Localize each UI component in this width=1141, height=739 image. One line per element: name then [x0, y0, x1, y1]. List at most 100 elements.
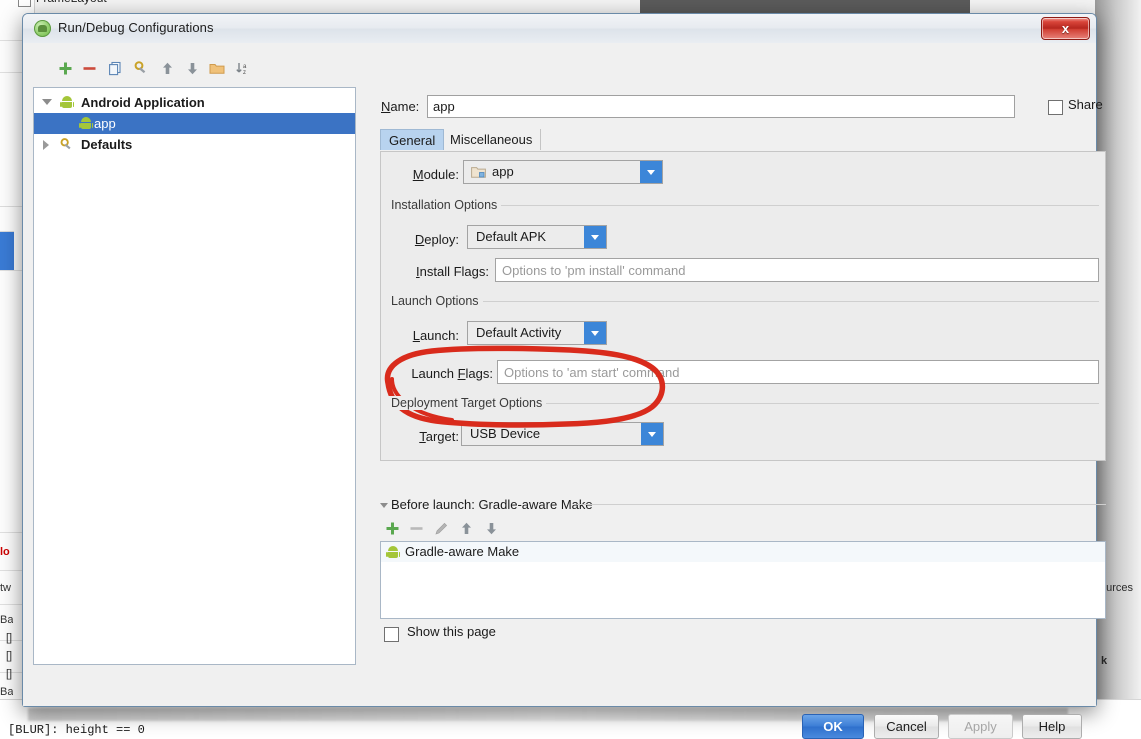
chevron-down-icon[interactable]: [584, 226, 606, 248]
deploy-value: Default APK: [476, 229, 547, 244]
tab-bar: General Miscellaneous: [380, 129, 1106, 152]
before-launch-add-button[interactable]: [381, 519, 403, 541]
show-this-page-label: Show this page: [407, 624, 496, 639]
collapse-arrow-icon[interactable]: [43, 140, 49, 150]
cancel-button[interactable]: Cancel: [874, 714, 939, 739]
add-configuration-button[interactable]: [54, 59, 76, 81]
background-fragment-br1: []: [6, 632, 13, 644]
sort-alphabetically-button[interactable]: a z: [232, 59, 254, 81]
arrow-up-icon: [461, 522, 471, 534]
module-combo[interactable]: app: [463, 160, 663, 184]
launch-label: Launch:: [412, 328, 459, 343]
dialog-title: Run/Debug Configurations: [58, 20, 214, 35]
tree-node-label: Defaults: [81, 137, 133, 152]
background-fragment-lo: lo: [0, 546, 10, 558]
android-icon: [79, 116, 94, 131]
move-up-button[interactable]: [156, 59, 178, 81]
general-settings-panel: Module: app Installation Options Deploy:…: [380, 151, 1106, 461]
module-folder-icon: [471, 166, 486, 178]
background-selected-tool-tab: [0, 232, 14, 270]
arrow-down-icon: [486, 523, 496, 535]
background-fragment-k: k: [1101, 655, 1108, 667]
run-debug-configurations-dialog: Run/Debug Configurations x a z Android A…: [22, 13, 1106, 739]
minus-icon: [83, 67, 95, 70]
help-button[interactable]: Help: [1022, 714, 1082, 739]
background-fragment-ba2: Ba: [0, 686, 14, 698]
wrench-icon: [134, 61, 145, 74]
android-studio-icon: [34, 20, 51, 37]
before-launch-task-list[interactable]: Gradle-aware Make: [380, 541, 1106, 619]
tab-general[interactable]: General: [380, 129, 445, 150]
background-tool-tab: [0, 206, 14, 232]
sort-az-icon: a z: [236, 63, 247, 76]
install-flags-label: Install Flags:: [416, 264, 489, 279]
module-label: Module:: [412, 167, 459, 182]
minus-icon: [410, 527, 422, 530]
tree-node-label: Android Application: [81, 95, 205, 110]
tree-node-android-application[interactable]: Android Application: [34, 92, 355, 113]
dialog-titlebar: Run/Debug Configurations x: [23, 14, 1096, 44]
remove-configuration-button[interactable]: [78, 59, 100, 81]
background-checkbox-icon: [18, 0, 31, 7]
configurations-tree[interactable]: Android Application app Defaults: [33, 87, 356, 665]
launch-value: Default Activity: [476, 325, 562, 340]
chevron-down-icon[interactable]: [641, 423, 663, 445]
deployment-target-options-title: Deployment Target Options: [387, 396, 547, 410]
wrench-icon: [60, 137, 75, 152]
deploy-combo[interactable]: Default APK: [467, 225, 607, 249]
android-icon: [60, 95, 75, 110]
dialog-body: a z Android Application app Defaults Nam…: [23, 43, 1106, 739]
launch-flags-label: Launch Flags:: [411, 366, 493, 381]
before-launch-move-up-button[interactable]: [455, 519, 477, 541]
folder-button[interactable]: [206, 59, 228, 81]
background-fragment-br3: []: [6, 668, 13, 680]
name-input[interactable]: [427, 95, 1015, 118]
svg-text:z: z: [243, 70, 246, 76]
before-launch-separator: [577, 504, 1106, 505]
background-fragment-br2: []: [6, 650, 13, 662]
installation-options-title: Installation Options: [387, 198, 502, 212]
target-value: USB Device: [470, 426, 541, 441]
tree-node-app[interactable]: app: [34, 113, 355, 134]
checkbox-icon[interactable]: [384, 627, 399, 642]
launch-flags-input[interactable]: [497, 360, 1099, 384]
before-launch-toolbar: [381, 519, 541, 541]
copy-configuration-button[interactable]: [104, 59, 126, 81]
list-item[interactable]: Gradle-aware Make: [381, 542, 1105, 562]
arrow-up-icon: [162, 62, 172, 74]
console-blur-line: [BLUR]: height == 0: [8, 723, 145, 737]
tab-miscellaneous[interactable]: Miscellaneous: [442, 129, 542, 150]
name-label: Name:: [381, 99, 420, 114]
install-flags-input[interactable]: [495, 258, 1099, 282]
background-frame-layout-label: FrameLayout: [36, 0, 107, 5]
background-frame-layout-row: FrameLayout: [8, 0, 158, 14]
launch-options-title: Launch Options: [387, 294, 483, 308]
plus-icon: [386, 522, 398, 535]
move-down-button[interactable]: [181, 59, 203, 81]
before-launch-task-label: Gradle-aware Make: [405, 544, 520, 559]
target-combo[interactable]: USB Device: [461, 422, 664, 446]
close-button[interactable]: x: [1041, 17, 1090, 40]
before-launch-remove-button[interactable]: [405, 519, 427, 541]
deploy-label: Deploy:: [414, 232, 459, 247]
copy-icon: [108, 61, 121, 76]
tree-node-defaults[interactable]: Defaults: [34, 134, 355, 155]
chevron-down-icon[interactable]: [640, 161, 662, 183]
checkbox-icon[interactable]: [1048, 100, 1063, 115]
before-launch-twisty-icon[interactable]: [380, 503, 388, 508]
pencil-icon: [434, 522, 447, 535]
target-label: Target:: [419, 429, 459, 444]
apply-button: Apply: [948, 714, 1013, 739]
launch-combo[interactable]: Default Activity: [467, 321, 607, 345]
expand-arrow-icon[interactable]: [42, 99, 52, 105]
tree-node-label: app: [94, 116, 116, 131]
chevron-down-icon[interactable]: [584, 322, 606, 344]
before-launch-header: Before launch: Gradle-aware Make: [391, 497, 593, 512]
edit-templates-button[interactable]: [130, 59, 152, 81]
before-launch-edit-button[interactable]: [430, 519, 452, 541]
share-label: Share: [1068, 97, 1103, 112]
ok-button[interactable]: OK: [802, 714, 864, 739]
before-launch-move-down-button[interactable]: [480, 519, 502, 541]
background-fragment-tw: tw: [0, 582, 11, 594]
configurations-toolbar: a z: [54, 59, 369, 81]
